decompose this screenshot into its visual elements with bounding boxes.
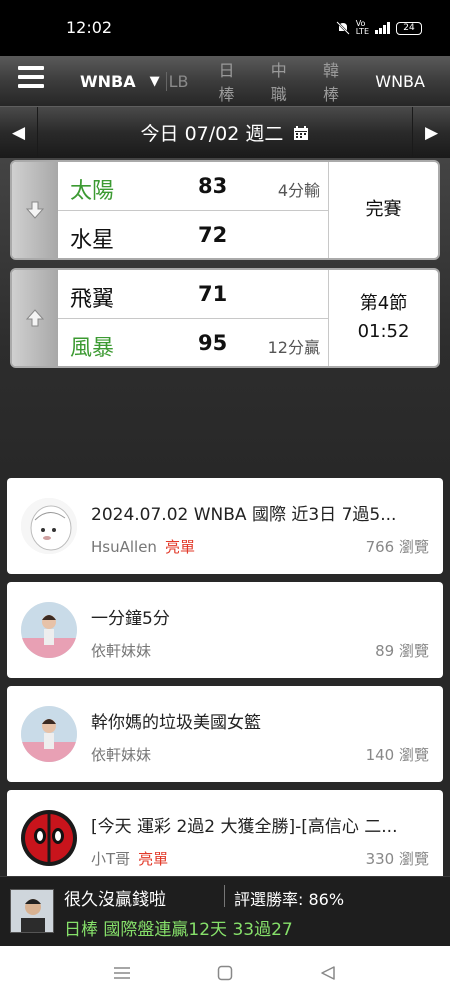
league-tab-cpbl[interactable]: 中職 — [271, 57, 298, 105]
avatar — [10, 889, 54, 933]
game-clock: 01:52 — [357, 321, 410, 342]
post-title: 一分鐘5分 — [91, 609, 170, 629]
post-title: [今天 運彩 2過2 大獲全勝]-[高信心 二... — [91, 817, 398, 837]
system-nav-bar — [0, 946, 450, 1000]
promo-win-rate: 評選勝率: 86% — [234, 890, 345, 909]
team-score: 95 — [198, 331, 228, 355]
status-icons: Vo LTE 24 — [335, 19, 422, 36]
down-arrow-icon — [12, 162, 58, 258]
avatar — [21, 602, 77, 658]
team-score: 72 — [198, 223, 228, 247]
post-item[interactable]: 一分鐘5分 依軒妹妹 89 瀏覽 — [7, 582, 443, 678]
team-name: 飛翼 — [70, 287, 115, 312]
post-title: 2024.07.02 WNBA 國際 近3日 7過5... — [91, 505, 397, 525]
team-row: 太陽 83 4分輸 — [58, 162, 328, 211]
game-period: 第4節 — [359, 293, 408, 314]
post-author: 依軒妹妹 — [91, 744, 151, 765]
signal-icon — [375, 22, 390, 34]
post-author-name: 依軒妹妹 — [91, 642, 152, 660]
post-views: 766 瀏覽 — [365, 538, 429, 556]
team-name: 太陽 — [70, 179, 115, 204]
team-score: 71 — [198, 282, 228, 306]
game-status-text: 完賽 — [365, 199, 402, 220]
avatar — [21, 810, 77, 866]
team-name: 水星 — [70, 228, 115, 253]
recent-apps-icon[interactable] — [102, 953, 142, 993]
promo-divider — [224, 885, 225, 907]
team-name: 風暴 — [70, 336, 115, 361]
post-item[interactable]: 幹你媽的垃圾美國女籃 依軒妹妹 140 瀏覽 — [7, 686, 443, 782]
game-status: 第4節 01:52 — [328, 270, 438, 366]
league-tab-active[interactable]: WNBA — [80, 72, 136, 91]
margin-label: 4分輸 — [277, 181, 320, 200]
league-tabs: WNBA ▼ LB 日棒 中職 韓棒 WNBA — [80, 56, 450, 106]
post-author: 依軒妹妹 — [91, 640, 151, 661]
league-tab-partial[interactable]: LB — [165, 71, 189, 91]
team-row: 飛翼 71 — [58, 270, 328, 319]
next-day-arrow-icon[interactable]: ▶ — [412, 107, 450, 159]
games-area: 太陽 83 4分輸 水星 72 完賽 飛翼 71 風暴 95 12分贏 第4節 — [0, 158, 450, 476]
date-text: 今日 07/02 週二 — [140, 123, 284, 145]
avatar — [21, 498, 77, 554]
avatar — [21, 706, 77, 762]
menu-icon[interactable] — [18, 66, 44, 90]
team-score: 83 — [198, 174, 228, 198]
status-bar: 12:02 Vo LTE 24 — [0, 0, 450, 56]
team-row: 風暴 95 12分贏 — [58, 319, 328, 366]
team-row: 水星 72 — [58, 211, 328, 258]
post-author-name: HsuAllen — [91, 538, 157, 556]
battery-icon: 24 — [396, 21, 422, 35]
post-item[interactable]: [今天 運彩 2過2 大獲全勝]-[高信心 二... 小T哥 亮單 330 瀏覽 — [7, 790, 443, 876]
post-author: HsuAllen 亮單 — [91, 536, 195, 557]
date-label[interactable]: 今日 07/02 週二 — [0, 119, 450, 146]
mute-bell-icon — [335, 21, 350, 35]
volte-icon: Vo LTE — [355, 19, 369, 36]
promo-title: 很久沒贏錢啦 — [64, 890, 166, 910]
post-author: 小T哥 亮單 — [91, 848, 168, 869]
post-title: 幹你媽的垃圾美國女籃 — [91, 713, 261, 733]
back-icon[interactable] — [308, 953, 348, 993]
promo-streak: 日棒 國際盤連贏12天 33過27 — [64, 920, 293, 940]
date-bar: ◀ 今日 07/02 週二 ▶ — [0, 106, 450, 159]
dropdown-triangle-icon[interactable]: ▼ — [150, 74, 160, 89]
up-arrow-icon — [12, 270, 58, 366]
post-views: 330 瀏覽 — [365, 850, 429, 868]
margin-label: 12分贏 — [267, 338, 320, 357]
post-views: 89 瀏覽 — [375, 642, 429, 660]
post-views: 140 瀏覽 — [365, 746, 429, 764]
post-author-name: 依軒妹妹 — [91, 746, 152, 764]
game-status: 完賽 — [328, 162, 438, 258]
promo-banner[interactable]: 很久沒贏錢啦 評選勝率: 86% 日棒 國際盤連贏12天 33過27 — [0, 876, 450, 946]
league-tab-wnba[interactable]: WNBA — [375, 72, 425, 91]
game-card[interactable]: 飛翼 71 風暴 95 12分贏 第4節 01:52 — [10, 268, 440, 368]
status-time: 12:02 — [66, 18, 113, 37]
post-badge: 亮單 — [164, 538, 195, 556]
post-list: 2024.07.02 WNBA 國際 近3日 7過5... HsuAllen 亮單… — [0, 476, 450, 876]
calendar-icon[interactable] — [293, 124, 309, 146]
league-tab-jp-baseball[interactable]: 日棒 — [219, 57, 246, 105]
league-nav-bar: WNBA ▼ LB 日棒 中職 韓棒 WNBA — [0, 56, 450, 106]
home-icon[interactable] — [205, 953, 245, 993]
post-badge: 亮單 — [138, 850, 169, 868]
post-author-name: 小T哥 — [91, 850, 131, 868]
post-item[interactable]: 2024.07.02 WNBA 國際 近3日 7過5... HsuAllen 亮單… — [7, 478, 443, 574]
game-card[interactable]: 太陽 83 4分輸 水星 72 完賽 — [10, 160, 440, 260]
league-tab-kbo[interactable]: 韓棒 — [323, 57, 350, 105]
